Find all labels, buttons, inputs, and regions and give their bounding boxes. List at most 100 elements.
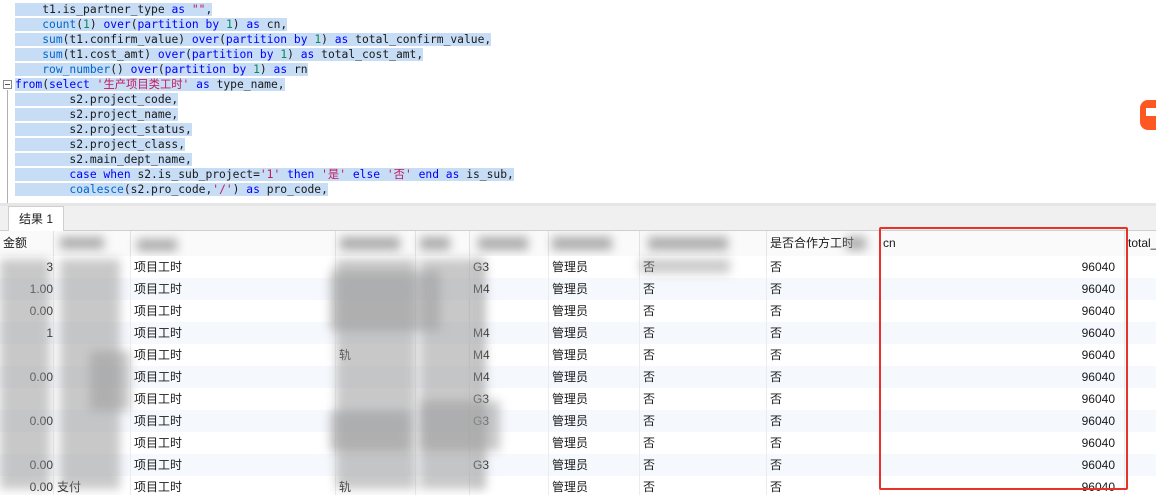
table-cell[interactable]: 否: [640, 366, 767, 388]
table-cell[interactable]: [1125, 476, 1156, 495]
table-cell[interactable]: 管理员: [549, 366, 640, 388]
table-cell[interactable]: 96040: [880, 388, 1125, 410]
table-row[interactable]: 1项目工时M4管理员否否96040: [0, 322, 1156, 345]
table-row[interactable]: 0.00项目工时G3管理员否否96040: [0, 454, 1156, 477]
table-row[interactable]: 1.00项目工时M4管理员否否96040: [0, 278, 1156, 301]
table-cell[interactable]: [1125, 322, 1156, 344]
table-cell[interactable]: 否: [767, 278, 880, 300]
table-cell[interactable]: 否: [640, 322, 767, 344]
code-token: (: [219, 33, 226, 46]
code-token: '/': [212, 183, 233, 196]
table-row[interactable]: 项目工时G3管理员否否96040: [0, 388, 1156, 411]
table-cell[interactable]: 否: [767, 388, 880, 410]
table-cell[interactable]: 管理员: [549, 300, 640, 322]
code-token: over: [103, 18, 131, 31]
table-row[interactable]: 0.00项目工时管理员否否96040: [0, 300, 1156, 323]
redacted-region: [330, 411, 410, 451]
table-cell[interactable]: 96040: [880, 322, 1125, 344]
code-token: (: [157, 63, 165, 76]
table-cell[interactable]: 项目工时: [131, 300, 336, 322]
table-cell[interactable]: 管理员: [549, 322, 640, 344]
column-header[interactable]: 金额: [0, 231, 54, 256]
table-cell[interactable]: 96040: [880, 366, 1125, 388]
table-cell[interactable]: 否: [767, 322, 880, 344]
table-row[interactable]: 项目工时 管理员否否 96040: [0, 432, 1156, 455]
table-cell[interactable]: [1125, 366, 1156, 388]
table-cell[interactable]: 项目工时: [131, 366, 336, 388]
table-cell[interactable]: 96040: [880, 300, 1125, 322]
table-cell[interactable]: [1125, 300, 1156, 322]
column-header[interactable]: total_: [1125, 231, 1156, 256]
table-row[interactable]: 0.00项目工时G3管理员否否96040: [0, 410, 1156, 433]
table-cell[interactable]: [1125, 256, 1156, 278]
table-cell[interactable]: 项目工时: [131, 256, 336, 278]
table-cell[interactable]: 否: [767, 256, 880, 278]
table-cell[interactable]: 96040: [880, 432, 1125, 454]
code-line: s2.project_status,: [15, 122, 192, 137]
code-token: then: [287, 168, 315, 181]
table-cell[interactable]: 96040: [880, 344, 1125, 366]
table-cell[interactable]: 否: [767, 344, 880, 366]
table-cell[interactable]: 否: [767, 366, 880, 388]
table-cell[interactable]: 否: [640, 344, 767, 366]
table-cell[interactable]: 否: [640, 278, 767, 300]
code-line: from(select '生产项目类工时' as type_name,: [15, 77, 285, 92]
code-token: select: [49, 78, 90, 91]
table-cell[interactable]: 项目工时: [131, 432, 336, 454]
table-cell[interactable]: 否: [767, 476, 880, 495]
table-cell[interactable]: [1125, 454, 1156, 476]
table-cell[interactable]: [1125, 278, 1156, 300]
table-cell[interactable]: 96040: [880, 256, 1125, 278]
redacted-header: [137, 239, 177, 251]
code-line: s2.main_dept_name,: [15, 152, 192, 167]
tab-result-1[interactable]: 结果 1: [8, 206, 64, 231]
code-token: total_confirm_value,: [348, 33, 492, 46]
table-cell[interactable]: [1125, 388, 1156, 410]
table-cell[interactable]: 96040: [880, 278, 1125, 300]
table-cell[interactable]: 否: [640, 476, 767, 495]
table-cell[interactable]: 否: [640, 454, 767, 476]
table-row[interactable]: 0.00项目工时M4管理员否否96040: [0, 366, 1156, 389]
fold-toggle-icon[interactable]: [3, 80, 12, 89]
result-grid[interactable]: 金额是否合作方工时cntotal_ 3项目工时G3管理员否否960401.00项…: [0, 231, 1156, 495]
column-header[interactable]: cn: [880, 231, 1125, 256]
table-cell[interactable]: 管理员: [549, 476, 640, 495]
table-cell[interactable]: 96040: [880, 454, 1125, 476]
table-cell[interactable]: 否: [640, 300, 767, 322]
table-cell[interactable]: 管理员: [549, 278, 640, 300]
table-cell[interactable]: 否: [640, 410, 767, 432]
table-cell[interactable]: [1125, 344, 1156, 366]
table-cell[interactable]: 项目工时: [131, 454, 336, 476]
table-cell[interactable]: 项目工时: [131, 388, 336, 410]
table-cell[interactable]: 96040: [880, 410, 1125, 432]
table-cell[interactable]: 管理员: [549, 410, 640, 432]
redacted-region: [90, 351, 130, 411]
table-cell[interactable]: [1125, 432, 1156, 454]
table-cell[interactable]: 管理员: [549, 454, 640, 476]
code-token: s2.is_sub_project=: [130, 168, 260, 181]
table-cell[interactable]: 管理员: [549, 344, 640, 366]
table-cell[interactable]: 项目工时: [131, 410, 336, 432]
table-cell[interactable]: 否: [640, 388, 767, 410]
table-cell[interactable]: 否: [767, 300, 880, 322]
table-cell[interactable]: [1125, 410, 1156, 432]
table-cell[interactable]: 项目工时: [131, 344, 336, 366]
table-row[interactable]: 3项目工时G3管理员否否96040: [0, 256, 1156, 279]
table-row[interactable]: 项目工时轨M4管理员否否96040: [0, 344, 1156, 367]
table-cell[interactable]: 项目工时: [131, 322, 336, 344]
sql-editor[interactable]: t1.is_partner_type as "", count(1) over(…: [0, 0, 1156, 203]
table-row[interactable]: 0.00支付项目工时轨管理员否否96040: [0, 476, 1156, 495]
table-cell[interactable]: 项目工时: [131, 476, 336, 495]
table-cell[interactable]: 管理员: [549, 388, 640, 410]
table-cell[interactable]: 否: [767, 432, 880, 454]
table-cell[interactable]: 否: [767, 410, 880, 432]
table-cell[interactable]: 96040: [880, 476, 1125, 495]
table-cell[interactable]: 否: [767, 454, 880, 476]
table-cell[interactable]: 否: [640, 432, 767, 454]
table-cell[interactable]: 项目工时: [131, 278, 336, 300]
code-token: from: [15, 78, 43, 91]
table-cell[interactable]: 管理员: [549, 432, 640, 454]
code-token: coalesce: [69, 183, 124, 196]
table-cell[interactable]: 管理员: [549, 256, 640, 278]
